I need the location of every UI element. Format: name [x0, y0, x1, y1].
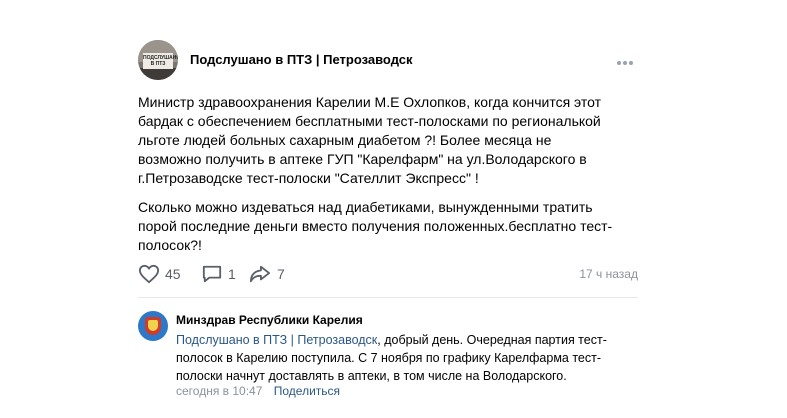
comment-timestamp[interactable]: сегодня в 10:47 — [176, 384, 262, 398]
community-name[interactable]: Подслушано в ПТЗ | Петрозаводск — [190, 52, 413, 67]
post-paragraph-1: Министр здравоохранения Карелии М.Е Охло… — [138, 94, 602, 186]
more-icon[interactable] — [617, 52, 635, 65]
post-actions: 45 1 7 17 ч назад — [138, 263, 638, 287]
comment-text: Подслушано в ПТЗ | Петрозаводск, добрый … — [176, 331, 626, 385]
comment-button[interactable]: 1 — [201, 263, 236, 285]
post-text: Министр здравоохранения Карелии М.Е Охло… — [138, 93, 618, 255]
comment-author-avatar[interactable] — [138, 311, 168, 341]
share-count: 7 — [277, 266, 285, 282]
heart-icon — [138, 264, 160, 284]
avatar-ground — [138, 68, 178, 80]
comment-count: 1 — [228, 266, 236, 282]
comment-author-name[interactable]: Минздрав Республики Карелия — [176, 313, 363, 327]
like-count: 45 — [165, 266, 181, 282]
post-paragraph-2: Сколько можно издеваться над диабетиками… — [138, 199, 613, 253]
share-button[interactable]: 7 — [248, 263, 285, 285]
divider — [138, 297, 638, 298]
comment-meta: сегодня в 10:47 Поделиться — [176, 384, 340, 398]
post-timestamp[interactable]: 17 ч назад — [579, 267, 638, 281]
post-header: ПОДСЛУШАНО В ПТЗ Подслушано в ПТЗ | Петр… — [138, 40, 638, 80]
emblem-inner — [148, 320, 158, 331]
share-link[interactable]: Поделиться — [274, 384, 340, 398]
avatar-sign: ПОДСЛУШАНО В ПТЗ — [143, 53, 178, 69]
like-button[interactable]: 45 — [138, 263, 181, 285]
comment-icon — [202, 265, 222, 283]
comment-mention[interactable]: Подслушано в ПТЗ | Петрозаводск — [176, 333, 377, 347]
community-avatar[interactable]: ПОДСЛУШАНО В ПТЗ — [138, 40, 178, 80]
share-icon — [250, 265, 271, 283]
